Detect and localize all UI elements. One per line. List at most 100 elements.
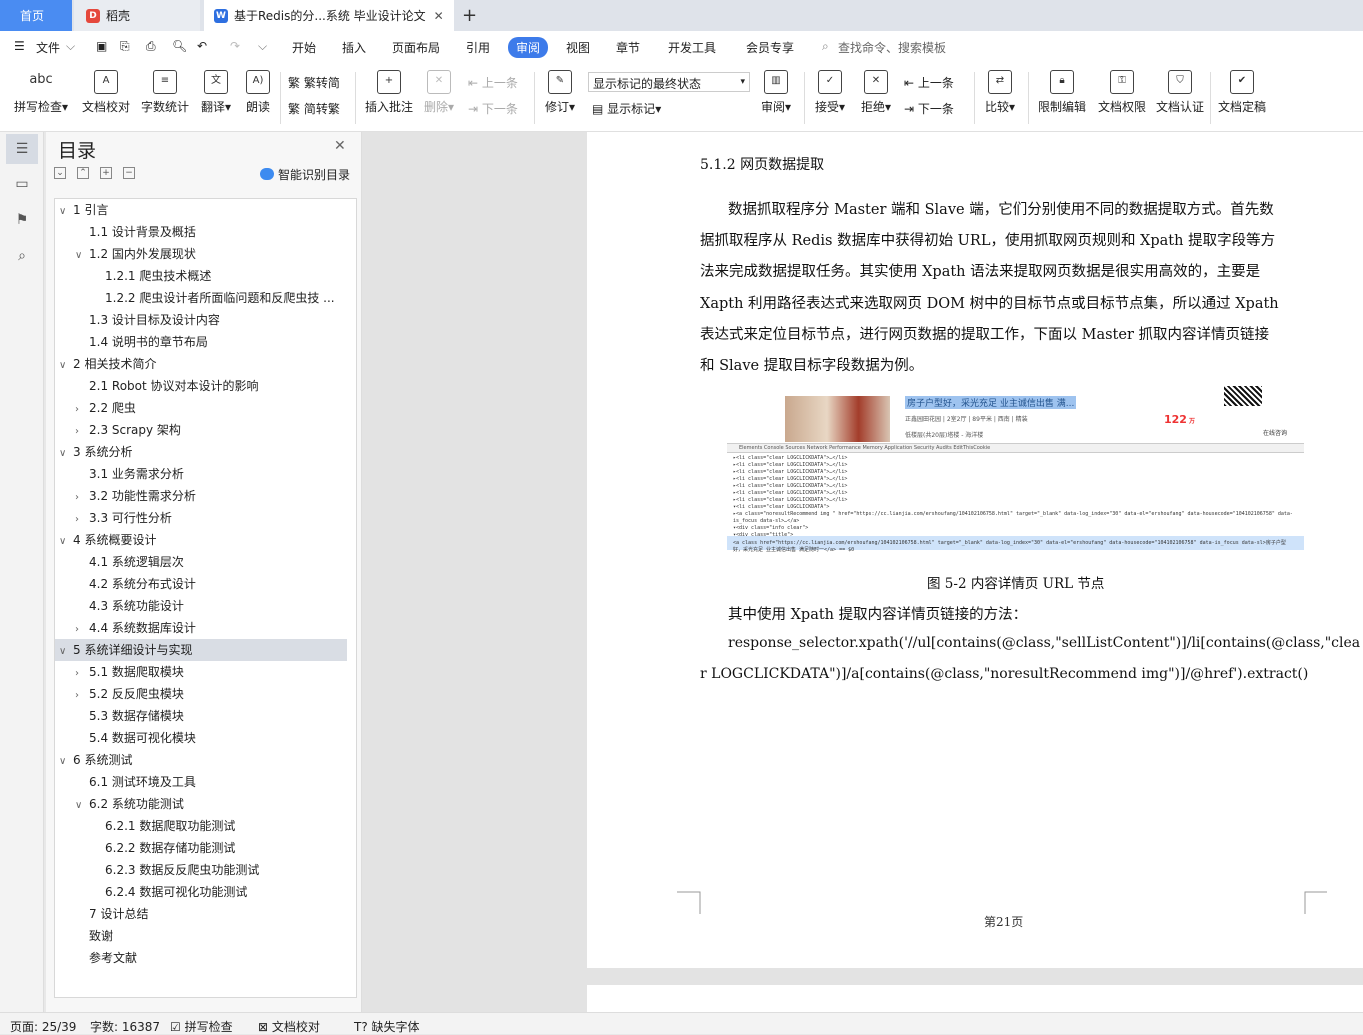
chevron-icon[interactable]: › (75, 685, 89, 705)
toc-item[interactable]: 1.3 设计目标及设计内容 (75, 309, 345, 331)
close-icon[interactable]: ✕ (434, 9, 444, 23)
toc-item[interactable]: ∨ 1 引言 (59, 199, 329, 221)
next-page[interactable] (587, 985, 1363, 1012)
next-revision-button[interactable]: ⇥ 下一条 (904, 100, 954, 117)
toc-item[interactable]: 1.2.1 爬虫技术概述 (91, 265, 361, 287)
undo-icon[interactable]: ↶ (197, 39, 207, 53)
doc-certify-button[interactable]: ⛉ 文档认证 (1154, 70, 1206, 115)
restrict-edit-button[interactable]: 🔒︎ 限制编辑 (1036, 70, 1088, 115)
bookmark-icon[interactable]: ⚑ (12, 212, 32, 230)
toc-item[interactable]: › 2.3 Scrapy 架构 (75, 419, 345, 441)
more-chevron-icon[interactable]: ⌵ (258, 39, 267, 54)
show-markup-button[interactable]: ▤ 显示标记▾ (592, 100, 661, 117)
chevron-icon[interactable]: › (75, 421, 89, 441)
chevron-icon[interactable]: ∨ (59, 443, 73, 463)
chevron-icon[interactable]: ∨ (59, 641, 73, 661)
save-icon[interactable]: ▣ (96, 39, 107, 53)
toc-item[interactable]: › 2.2 爬虫 (75, 397, 345, 419)
toc-item[interactable]: 参考文献 (75, 947, 345, 969)
toc-item[interactable]: 5.3 数据存储模块 (75, 705, 345, 727)
toc-item[interactable]: 4.1 系统逻辑层次 (75, 551, 345, 573)
redo-icon[interactable]: ↷ (230, 39, 240, 53)
trad-to-simp-button[interactable]: 繁 繁转简 (288, 74, 340, 91)
menu-view[interactable]: 视图 (566, 39, 590, 56)
toc-item[interactable]: ∨ 3 系统分析 (59, 441, 329, 463)
doc-permission-button[interactable]: ⚿ 文档权限 (1096, 70, 1148, 115)
chevron-icon[interactable]: ∨ (59, 531, 73, 551)
menu-insert[interactable]: 插入 (342, 39, 366, 56)
toc-item[interactable]: 1.1 设计背景及概括 (75, 221, 345, 243)
toc-item[interactable]: 5.4 数据可视化模块 (75, 727, 345, 749)
prev-revision-button[interactable]: ⇤ 上一条 (904, 74, 954, 91)
toc-item[interactable]: 6.2.2 数据存储功能测试 (91, 837, 361, 859)
close-icon[interactable]: ✕ (334, 138, 346, 154)
toc-item[interactable]: 1.4 说明书的章节布局 (75, 331, 345, 353)
chevron-down-icon[interactable]: ⌵ (66, 39, 75, 54)
toc-item[interactable]: ∨ 2 相关技术简介 (59, 353, 329, 375)
add-level-icon[interactable]: + (100, 167, 112, 179)
revise-button[interactable]: ✎ 修订▾ (542, 70, 578, 115)
accept-button[interactable]: ✓ 接受▾ (812, 70, 848, 115)
chevron-icon[interactable]: › (75, 663, 89, 683)
chapter-nav-icon[interactable]: ▭ (12, 176, 32, 194)
toc-item[interactable]: 6.2.4 数据可视化功能测试 (91, 881, 361, 903)
reject-button[interactable]: ✕ 拒绝▾ (858, 70, 894, 115)
toc-item[interactable]: ∨ 1.2 国内外发展现状 (75, 243, 345, 265)
ai-toc-button[interactable]: 智能识别目录 (260, 166, 350, 183)
toc-item[interactable]: 致谢 (75, 925, 345, 947)
toc-item[interactable]: 4.2 系统分布式设计 (75, 573, 345, 595)
chevron-icon[interactable]: ∨ (59, 355, 73, 375)
expand-up-icon[interactable]: ⌃ (77, 167, 89, 179)
toc-item[interactable]: 3.1 业务需求分析 (75, 463, 345, 485)
collapse-all-icon[interactable]: ⌄ (54, 167, 66, 179)
toc-item[interactable]: › 5.1 数据爬取模块 (75, 661, 345, 683)
toc-item[interactable]: 6.1 测试环境及工具 (75, 771, 345, 793)
compare-button[interactable]: ⇄ 比较▾ (982, 70, 1018, 115)
menu-layout[interactable]: 页面布局 (392, 39, 440, 56)
prev-comment-button[interactable]: ⇤ 上一条 (468, 74, 518, 91)
chevron-icon[interactable]: ∨ (59, 751, 73, 771)
toc-item[interactable]: › 5.2 反反爬虫模块 (75, 683, 345, 705)
missing-font-status[interactable]: T? 缺失字体 (354, 1018, 420, 1035)
chevron-icon[interactable]: ∨ (75, 795, 89, 815)
tab-document[interactable]: W 基于Redis的分...系统 毕业设计论文 ✕ (204, 0, 454, 31)
new-tab-button[interactable]: + (462, 0, 482, 31)
toc-item[interactable]: 2.1 Robot 协议对本设计的影响 (75, 375, 345, 397)
toc-item[interactable]: 4.3 系统功能设计 (75, 595, 345, 617)
toc-item[interactable]: › 4.4 系统数据库设计 (75, 617, 345, 639)
remove-level-icon[interactable]: − (123, 167, 135, 179)
chevron-icon[interactable]: › (75, 399, 89, 419)
export-icon[interactable]: ⎘ (120, 39, 130, 54)
toc-item[interactable]: › 3.2 功能性需求分析 (75, 485, 345, 507)
toc-item[interactable]: › 3.3 可行性分析 (75, 507, 345, 529)
toc-icon[interactable]: ☰ (6, 134, 38, 164)
proofread-button[interactable]: A 文档校对 (80, 70, 132, 115)
toc-item[interactable]: 6.2.1 数据爬取功能测试 (91, 815, 361, 837)
chevron-icon[interactable]: › (75, 487, 89, 507)
toc-item[interactable]: 1.2.2 爬虫设计者所面临问题和反爬虫技 ... (91, 287, 361, 309)
read-aloud-button[interactable]: A) 朗读 (244, 70, 272, 115)
toc-item[interactable]: ∨ 5 系统详细设计与实现 (59, 639, 329, 661)
toc-item[interactable]: 6.2.3 数据反反爬虫功能测试 (91, 859, 361, 881)
menu-chapter[interactable]: 章节 (616, 39, 640, 56)
page-indicator[interactable]: 页面: 25/39 (10, 1018, 76, 1035)
chevron-icon[interactable]: ∨ (59, 201, 73, 221)
tab-daoke[interactable]: D 稻壳 (74, 0, 200, 31)
simp-to-trad-button[interactable]: 繁 简转繁 (288, 100, 340, 117)
document-area[interactable]: 5.1.2 网页数据提取 数据抓取程序分 Master 端和 Slave 端，它… (362, 132, 1363, 1012)
print-icon[interactable]: ⎙ (146, 39, 156, 54)
chevron-icon[interactable]: › (75, 509, 89, 529)
menu-review[interactable]: 审阅 (508, 37, 549, 58)
tab-home[interactable]: 首页 (0, 0, 72, 31)
translate-button[interactable]: 文翻译▾ (198, 70, 234, 115)
chevron-icon[interactable]: ∨ (75, 245, 89, 265)
print-preview-icon[interactable]: 🔍︎ (172, 39, 187, 53)
toc-item[interactable]: ∨ 6 系统测试 (59, 749, 329, 771)
menu-file[interactable]: 文件 (36, 39, 60, 56)
hamburger-icon[interactable]: ☰ (14, 39, 25, 53)
word-count[interactable]: 字数: 16387 (90, 1018, 160, 1035)
insert-comment-button[interactable]: + 插入批注 (364, 70, 414, 115)
delete-comment-button[interactable]: ✕ 删除▾ (422, 70, 456, 115)
toc-item[interactable]: ∨ 6.2 系统功能测试 (75, 793, 345, 815)
search-icon[interactable]: ⌕ (12, 248, 32, 266)
